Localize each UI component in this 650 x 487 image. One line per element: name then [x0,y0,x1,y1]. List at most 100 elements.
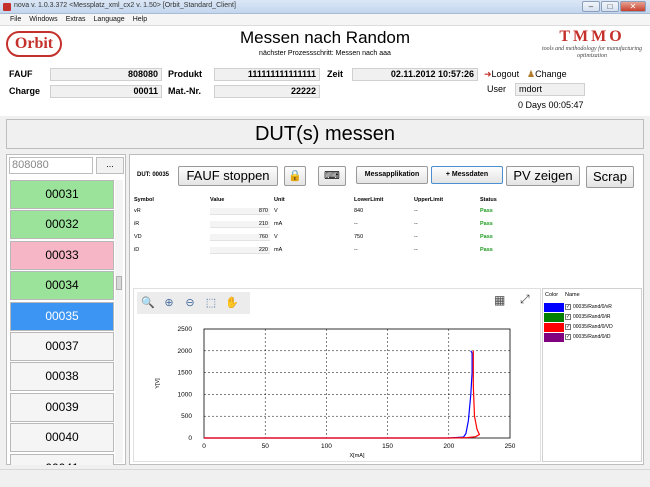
dut-list-item[interactable]: 00041 [10,453,114,465]
keyboard-icon: ⌨ [324,170,340,182]
dut-list-scrollbar[interactable] [115,180,123,463]
fauf-stop-button[interactable]: FAUF stoppen [178,166,278,186]
dut-list-item[interactable]: 00035 [10,301,114,331]
change-user-icon: ♟ [527,69,536,79]
dut-list-item[interactable]: 00039 [10,392,114,422]
fauf-label: FAUF [9,69,33,79]
x-axis-label: X[mA] [350,453,365,459]
zeit-value: 02.11.2012 10:57:26 [352,68,478,81]
menu-windows[interactable]: Windows [25,14,61,25]
results-header: Symbol [134,197,154,203]
results-header: Unit [274,197,285,203]
y-tick-label: 500 [181,413,192,420]
maximize-button[interactable]: □ [601,1,619,12]
dut-list-item[interactable]: 00033 [10,240,114,270]
legend-name: 00035/Rand/0/vR [573,304,612,310]
x-tick-label: 0 [202,443,206,450]
legend-item[interactable]: ✓ 00035/Rand/0/iD [544,333,640,342]
menu-help[interactable]: Help [129,14,151,25]
results-header: UpperLimit [414,197,444,203]
lock-button[interactable]: 🔒 [284,166,306,186]
menu-language[interactable]: Language [90,14,129,25]
produkt-value: 111111111111111 [214,68,320,81]
legend-name-header: Name [565,292,580,298]
y-tick-label: 1500 [178,370,193,377]
scrap-button[interactable]: Scrap [586,166,634,188]
dut-list-item[interactable]: 00034 [10,271,114,301]
legend-item[interactable]: ✓ 00035/Rand/0/vR [544,303,640,312]
legend-item[interactable]: ✓ 00035/Rand/0/iR [544,313,640,322]
charge-value: 00011 [50,85,162,98]
scroll-thumb[interactable] [116,276,122,290]
results-header: Status [480,197,497,203]
window-titlebar: nova v. 1.0.3.372 <Messplatz_xml_cx2 v. … [0,0,650,14]
fauf-value: 808080 [50,68,162,81]
result-unit: mA [274,247,283,253]
user-value: mdort [515,83,585,96]
result-value: 210 [210,221,270,228]
dut-list-item[interactable]: 00031 [10,180,114,209]
order-info-panel: FAUF 808080 Charge 00011 Produkt 1111111… [0,66,650,116]
change-user-button[interactable]: ♟Change [527,69,567,80]
results-header: LowerLimit [354,197,384,203]
y-tick-label: 2000 [178,348,193,355]
x-tick-label: 50 [262,443,270,450]
legend-checkbox[interactable]: ✓ [565,334,571,340]
chart-legend: Color Name ✓ 00035/Rand/0/vR ✓ 00035/Rand/0… [542,288,642,462]
result-status: Pass [480,221,493,227]
y-tick-label: 0 [188,435,192,442]
dut-list-item[interactable]: 00038 [10,362,114,392]
menu-file[interactable]: File [6,14,25,25]
dut-list: 00031 00032 00033 00034 00035 00037 00038 00039… [10,180,114,465]
legend-name: 00035/Rand/0/iR [573,314,611,320]
zeit-label: Zeit [327,69,344,79]
result-symbol: iR [134,221,140,227]
logout-button[interactable]: ➜Logout [484,69,519,80]
lot-field[interactable]: 808080 [9,157,93,174]
messapplikation-button[interactable]: Messapplikation [356,166,428,184]
legend-checkbox[interactable]: ✓ [565,314,571,320]
result-status: Pass [480,247,493,253]
charge-label: Charge [9,86,41,96]
messdaten-button[interactable]: + Messdaten [431,166,503,184]
legend-checkbox[interactable]: ✓ [565,304,571,310]
menu-extras[interactable]: Extras [62,14,90,25]
dut-label: DUT: 00035 [137,172,170,178]
logout-icon: ➜ [484,69,492,79]
result-symbol: VD [134,234,142,240]
dut-list-item[interactable]: 00040 [10,423,114,453]
legend-name: 00035/Rand/0/iD [573,334,611,340]
status-bar [0,469,650,487]
dut-list-item[interactable]: 00032 [10,210,114,240]
header: Orbit Messen nach Random nächster Prozes… [0,26,650,66]
app-icon [3,3,11,11]
result-lower: -- [354,247,358,253]
chart-area: 🔍 ⊕ ⊖ ⬚ ✋ ▦ ⤢ 0 50 100 150 200 250 0 500 1000 150… [133,288,541,462]
result-upper: -- [414,247,418,253]
legend-item[interactable]: ✓ 00035/Rand/0/VD [544,323,640,332]
result-upper: -- [414,221,418,227]
window-title: nova v. 1.0.3.372 <Messplatz_xml_cx2 v. … [14,2,236,9]
result-upper: -- [414,234,418,240]
main-panel: DUT: 00035 FAUF stoppen 🔒 ⌨ Messapplikat… [129,154,644,465]
minimize-button[interactable]: – [582,1,600,12]
legend-color-header: Color [545,292,559,298]
lock-icon: 🔒 [288,170,302,182]
dut-list-item[interactable]: 00037 [10,331,114,361]
dut-banner: DUT(s) messen [6,119,644,149]
result-unit: V [274,208,278,214]
lot-browse-button[interactable]: ... [96,157,124,174]
legend-checkbox[interactable]: ✓ [565,324,571,330]
result-status: Pass [480,234,493,240]
user-label: User [487,84,507,94]
y-tick-label: 2500 [178,326,193,333]
keyboard-button[interactable]: ⌨ [318,166,346,186]
pv-zeigen-button[interactable]: PV zeigen [506,166,580,186]
result-symbol: vR [134,208,141,214]
y-axis-label: Y[V] [155,378,161,389]
result-lower: -- [354,221,358,227]
dut-sidebar: 808080 ... 00031 00032 00033 00034 00035 0003… [6,154,126,465]
result-lower: 840 [354,208,364,214]
legend-swatch [544,303,564,312]
close-button[interactable]: ✕ [620,1,646,12]
